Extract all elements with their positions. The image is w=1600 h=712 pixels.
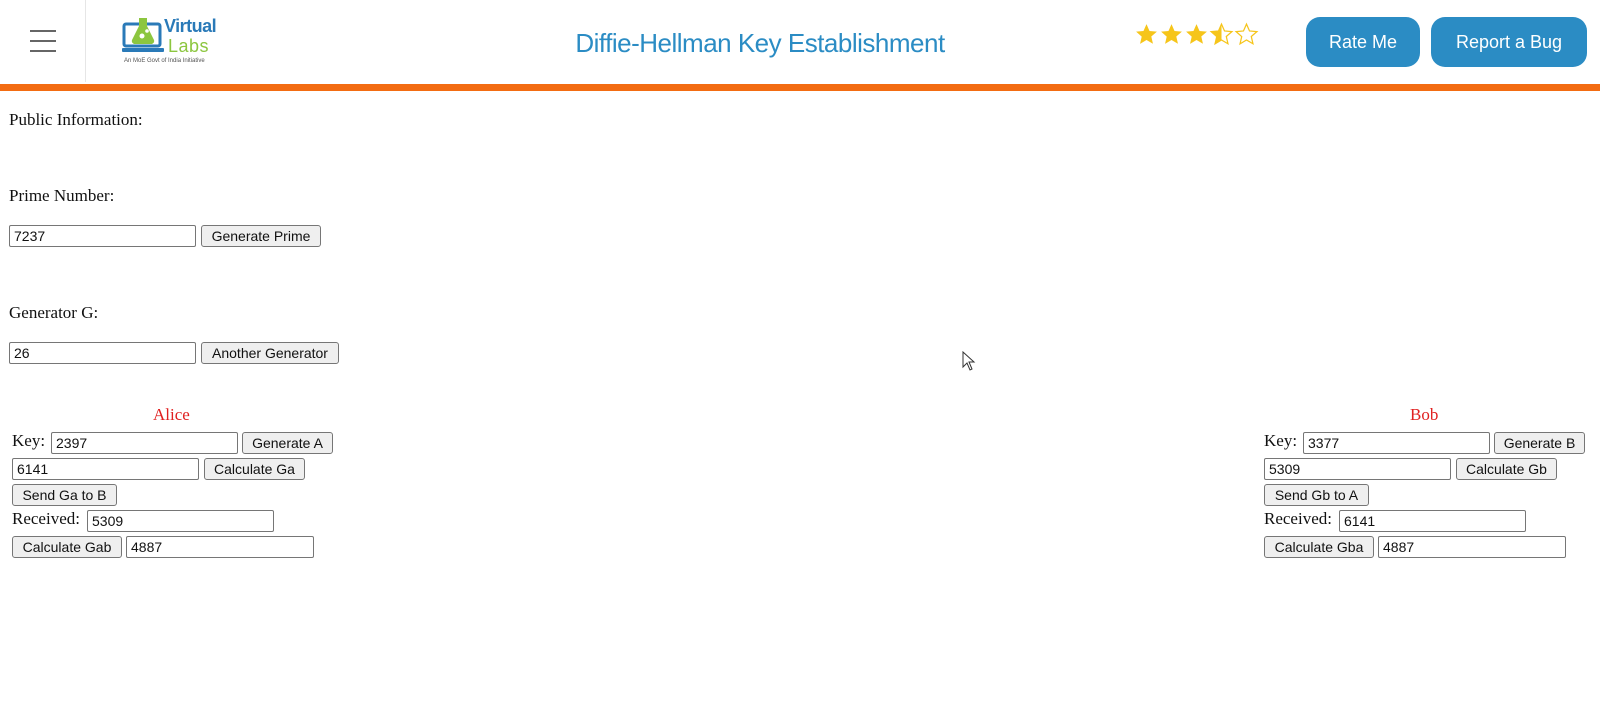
alice-key-label: Key:: [12, 431, 46, 450]
alice-heading: Alice: [153, 405, 190, 424]
hamburger-menu-button[interactable]: [0, 0, 86, 82]
calculate-gab-button[interactable]: Calculate Gab: [12, 536, 122, 558]
generate-prime-button[interactable]: Generate Prime: [201, 225, 321, 247]
another-generator-button[interactable]: Another Generator: [201, 342, 339, 364]
bob-heading: Bob: [1410, 405, 1439, 424]
rate-me-button[interactable]: Rate Me: [1306, 17, 1420, 67]
generate-b-button[interactable]: Generate B: [1494, 432, 1585, 454]
calculate-gb-button[interactable]: Calculate Gb: [1456, 458, 1557, 480]
send-gb-to-a-button[interactable]: Send Gb to A: [1264, 484, 1369, 506]
report-bug-button[interactable]: Report a Bug: [1431, 17, 1587, 67]
virtual-labs-logo[interactable]: Virtual Labs An MoE Govt of India Initia…: [120, 12, 230, 72]
generate-a-button[interactable]: Generate A: [242, 432, 333, 454]
alice-ga-field[interactable]: 6141: [12, 458, 199, 480]
alice-key-field[interactable]: 2397: [51, 432, 238, 454]
star-rating[interactable]: [1134, 22, 1259, 47]
star-half-icon[interactable]: [1209, 22, 1234, 47]
star-full-icon[interactable]: [1184, 22, 1209, 47]
public-info-heading: Public Information:: [9, 110, 143, 129]
bob-key-field[interactable]: 3377: [1303, 432, 1490, 454]
alice-shared-key-field[interactable]: 4887: [126, 536, 314, 558]
generator-label: Generator G:: [9, 303, 99, 322]
logo-tagline: An MoE Govt of India Initiative: [124, 58, 205, 64]
prime-number-field[interactable]: 7237: [9, 225, 196, 247]
bob-key-label: Key:: [1264, 431, 1298, 450]
page-title: Diffie-Hellman Key Establishment: [575, 28, 945, 58]
logo-text-virtual: Virtual: [164, 16, 217, 36]
site-header: Virtual Labs An MoE Govt of India Initia…: [0, 0, 1600, 91]
alice-received-label: Received:: [12, 509, 80, 528]
prime-number-label: Prime Number:: [9, 186, 115, 205]
bob-received-field[interactable]: 6141: [1339, 510, 1526, 532]
calculate-ga-button[interactable]: Calculate Ga: [204, 458, 305, 480]
mouse-cursor-icon: [962, 351, 976, 371]
bob-gb-field[interactable]: 5309: [1264, 458, 1451, 480]
alice-received-field[interactable]: 5309: [87, 510, 274, 532]
logo-text-labs: Labs: [168, 36, 210, 56]
bob-shared-key-field[interactable]: 4887: [1378, 536, 1566, 558]
send-ga-to-b-button[interactable]: Send Ga to B: [12, 484, 117, 506]
star-empty-icon[interactable]: [1234, 22, 1259, 47]
calculate-gba-button[interactable]: Calculate Gba: [1264, 536, 1374, 558]
generator-field[interactable]: 26: [9, 342, 196, 364]
star-full-icon[interactable]: [1159, 22, 1184, 47]
bob-received-label: Received:: [1264, 509, 1332, 528]
flask-laptop-icon: [122, 18, 164, 52]
star-full-icon[interactable]: [1134, 22, 1159, 47]
